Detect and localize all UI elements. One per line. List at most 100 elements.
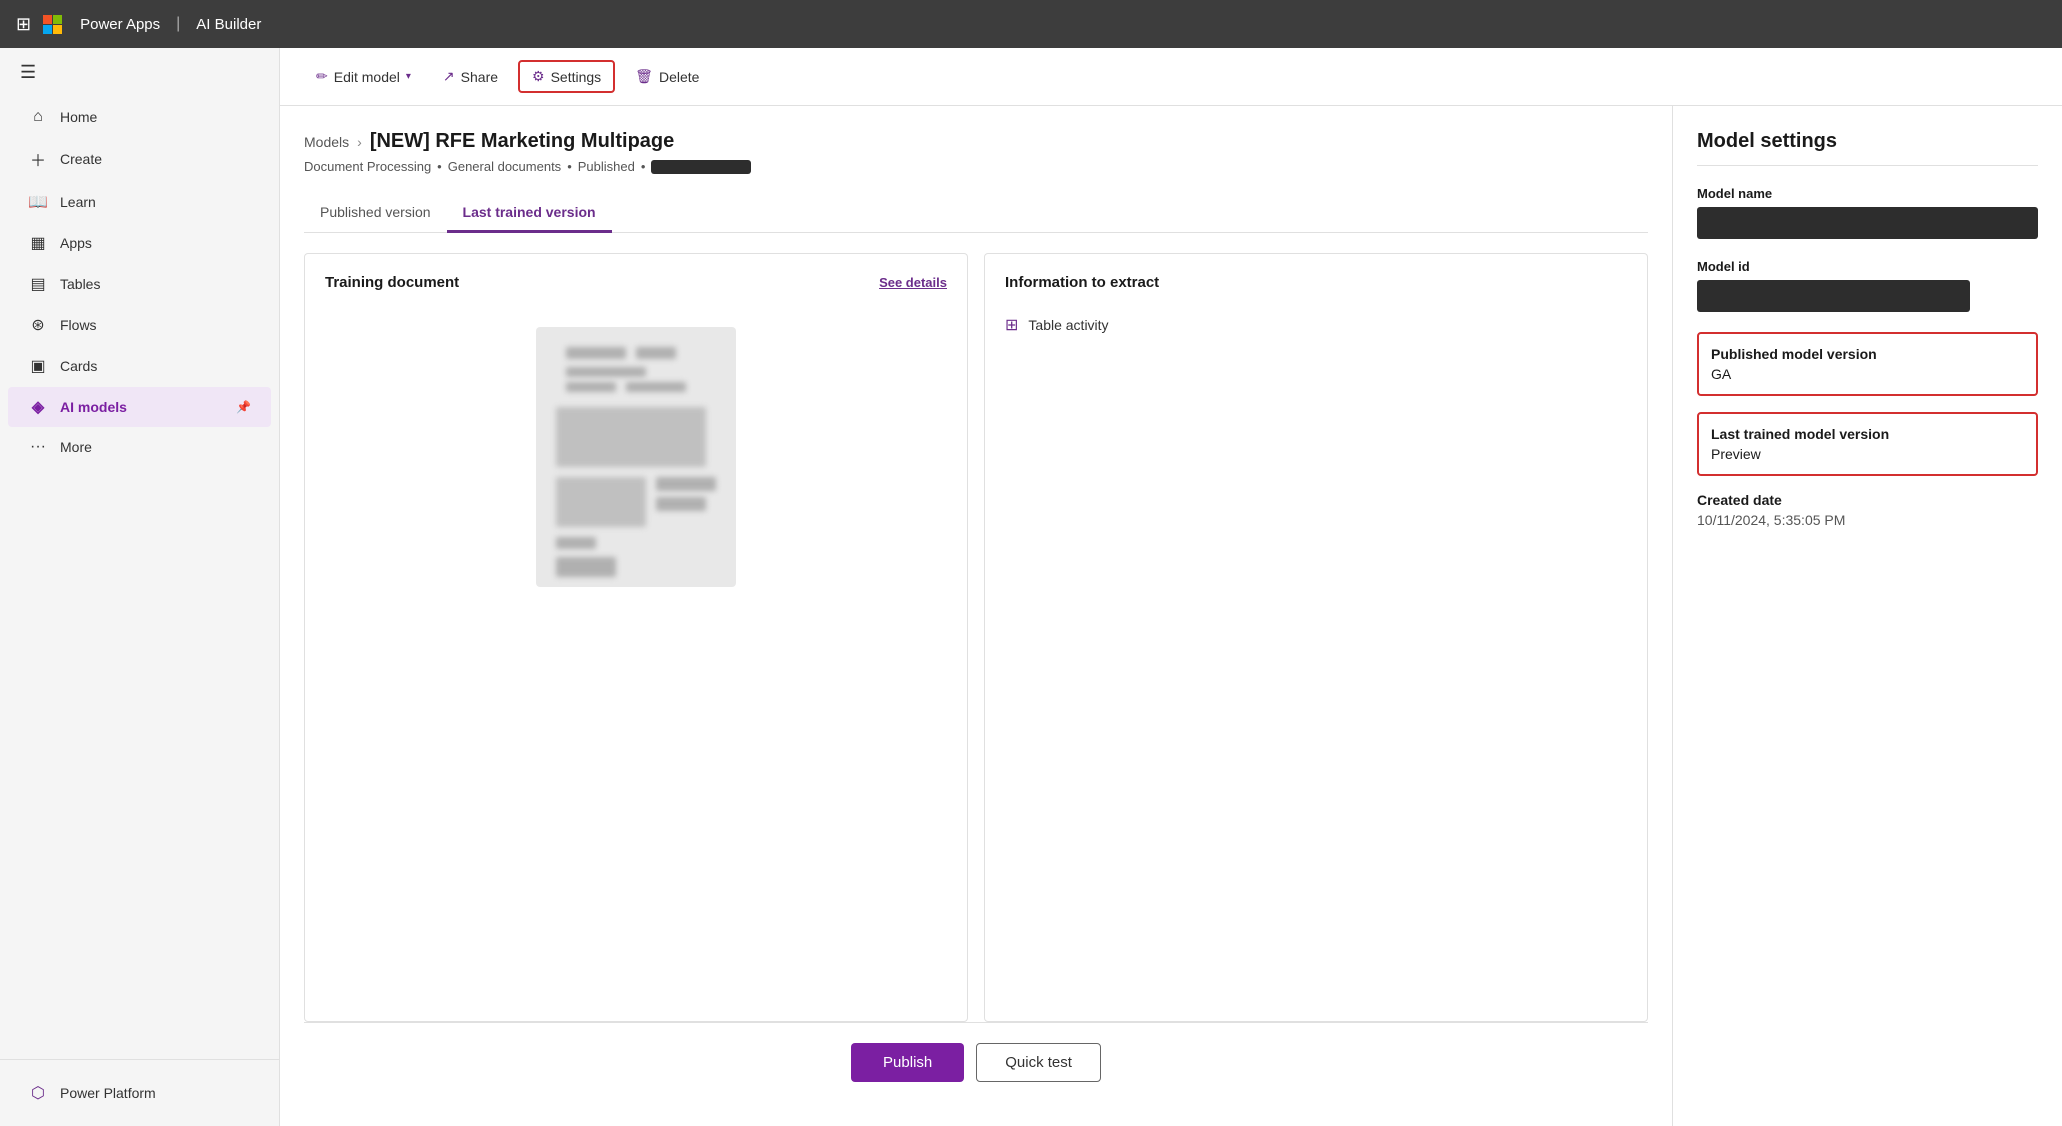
hamburger-icon[interactable]: ☰: [0, 48, 279, 97]
settings-panel-title: Model settings: [1697, 130, 2038, 166]
tabs: Published version Last trained version: [304, 194, 1648, 233]
training-card-title: Training document: [325, 274, 459, 291]
model-id-value: [1697, 280, 1970, 312]
grid-icon[interactable]: ⊞: [16, 14, 31, 35]
delete-label: Delete: [659, 69, 699, 85]
edit-icon: ✏: [316, 68, 328, 85]
breadcrumb-parent[interactable]: Models: [304, 134, 349, 150]
extract-card-title: Information to extract: [1005, 274, 1159, 291]
settings-label: Settings: [551, 69, 602, 85]
content-wrapper: ✏ Edit model ▾ ↗ Share ⚙ Settings 🗑 Dele…: [280, 48, 2062, 1126]
sidebar-item-flows[interactable]: ⊛ Flows: [8, 305, 271, 345]
delete-icon: 🗑: [635, 68, 653, 85]
delete-button[interactable]: 🗑 Delete: [623, 62, 711, 91]
page-content: Models › [NEW] RFE Marketing Multipage D…: [280, 106, 1672, 1126]
main-layout: ☰ ⌂ Home ＋ Create 📖 Learn ▦ Apps ▤ Table…: [0, 48, 2062, 1126]
created-date-label: Created date: [1697, 492, 2038, 508]
microsoft-logo: [43, 15, 62, 34]
cards-container: Training document See details: [304, 253, 1648, 1022]
information-extract-card: Information to extract ⊞ Table activity: [984, 253, 1648, 1022]
sidebar-item-create[interactable]: ＋ Create: [8, 137, 271, 181]
model-name-field: Model name: [1697, 186, 2038, 239]
edit-model-chevron: ▾: [406, 71, 411, 82]
sidebar: ☰ ⌂ Home ＋ Create 📖 Learn ▦ Apps ▤ Table…: [0, 48, 280, 1126]
tab-published-version[interactable]: Published version: [304, 194, 447, 233]
sidebar-item-ai-models-label: AI models: [60, 399, 127, 415]
sidebar-item-tables-label: Tables: [60, 276, 100, 292]
page-title: [NEW] RFE Marketing Multipage: [370, 130, 674, 153]
publish-button[interactable]: Publish: [851, 1043, 964, 1082]
sidebar-item-learn-label: Learn: [60, 194, 96, 210]
topbar-app-name: Power Apps: [80, 16, 160, 33]
sidebar-item-apps-label: Apps: [60, 235, 92, 251]
share-label: Share: [461, 69, 498, 85]
created-date-value: 10/11/2024, 5:35:05 PM: [1697, 512, 2038, 528]
home-icon: ⌂: [28, 108, 48, 126]
sidebar-item-create-label: Create: [60, 151, 102, 167]
share-icon: ↗: [443, 68, 455, 85]
create-icon: ＋: [28, 147, 48, 171]
last-trained-version-label: Last trained model version: [1711, 426, 2024, 442]
sidebar-item-more-label: More: [60, 439, 92, 455]
extract-item-label: Table activity: [1028, 317, 1108, 333]
model-name-label: Model name: [1697, 186, 2038, 201]
sidebar-item-home-label: Home: [60, 109, 97, 125]
sidebar-item-power-platform[interactable]: ⬡ Power Platform: [8, 1073, 271, 1113]
table-icon: ⊞: [1005, 315, 1018, 335]
last-trained-version-section: Last trained model version Preview: [1697, 412, 2038, 476]
settings-button[interactable]: ⚙ Settings: [518, 60, 615, 93]
sidebar-nav: ⌂ Home ＋ Create 📖 Learn ▦ Apps ▤ Tables …: [0, 97, 279, 1059]
tables-icon: ▤: [28, 274, 48, 294]
quick-test-button[interactable]: Quick test: [976, 1043, 1101, 1082]
published-version-value: GA: [1711, 366, 2024, 382]
see-details-link[interactable]: See details: [879, 275, 947, 290]
learn-icon: 📖: [28, 192, 48, 212]
pin-icon: 📌: [236, 400, 251, 414]
sidebar-bottom: ⬡ Power Platform: [0, 1059, 279, 1126]
page-subtitle: Document Processing • General documents …: [304, 159, 1648, 174]
sidebar-item-cards[interactable]: ▣ Cards: [8, 346, 271, 386]
sidebar-item-power-platform-label: Power Platform: [60, 1085, 156, 1101]
settings-icon: ⚙: [532, 68, 545, 85]
share-button[interactable]: ↗ Share: [431, 62, 510, 91]
doc-preview-area: [325, 307, 947, 607]
cards-icon: ▣: [28, 356, 48, 376]
more-icon: ···: [28, 438, 48, 456]
published-version-section: Published model version GA: [1697, 332, 2038, 396]
created-date-field: Created date 10/11/2024, 5:35:05 PM: [1697, 492, 2038, 528]
sidebar-item-more[interactable]: ··· More: [8, 428, 271, 466]
training-document-card: Training document See details: [304, 253, 968, 1022]
sidebar-item-flows-label: Flows: [60, 317, 97, 333]
sidebar-item-cards-label: Cards: [60, 358, 97, 374]
extract-item-table-activity: ⊞ Table activity: [1005, 307, 1627, 343]
model-id-field: Model id: [1697, 259, 2038, 312]
main-content: Models › [NEW] RFE Marketing Multipage D…: [280, 106, 2062, 1126]
flows-icon: ⊛: [28, 315, 48, 335]
edit-model-button[interactable]: ✏ Edit model ▾: [304, 62, 423, 91]
breadcrumb-chevron: ›: [357, 134, 362, 150]
tab-last-trained-version[interactable]: Last trained version: [447, 194, 612, 233]
sidebar-item-learn[interactable]: 📖 Learn: [8, 182, 271, 222]
action-bar: Publish Quick test: [304, 1022, 1648, 1102]
published-version-label: Published model version: [1711, 346, 2024, 362]
model-id-label: Model id: [1697, 259, 2038, 274]
model-name-value[interactable]: [1697, 207, 2038, 239]
sidebar-item-apps[interactable]: ▦ Apps: [8, 223, 271, 263]
toolbar: ✏ Edit model ▾ ↗ Share ⚙ Settings 🗑 Dele…: [280, 48, 2062, 106]
sidebar-item-tables[interactable]: ▤ Tables: [8, 264, 271, 304]
document-preview: [536, 327, 736, 587]
subtitle-redacted: [651, 160, 751, 174]
topbar: ⊞ Power Apps | AI Builder: [0, 0, 2062, 48]
sidebar-item-home[interactable]: ⌂ Home: [8, 98, 271, 136]
subtitle-subtype: General documents: [448, 159, 561, 174]
subtitle-status: Published: [578, 159, 635, 174]
subtitle-type: Document Processing: [304, 159, 431, 174]
breadcrumb: Models › [NEW] RFE Marketing Multipage: [304, 130, 1648, 153]
settings-panel: Model settings Model name Model id Publi…: [1672, 106, 2062, 1126]
topbar-separator: |: [176, 15, 180, 33]
sidebar-item-ai-models[interactable]: ◈ AI models 📌: [8, 387, 271, 427]
topbar-section: AI Builder: [196, 16, 261, 33]
extract-items-list: ⊞ Table activity: [1005, 307, 1627, 343]
last-trained-version-value: Preview: [1711, 446, 2024, 462]
power-platform-icon: ⬡: [28, 1083, 48, 1103]
